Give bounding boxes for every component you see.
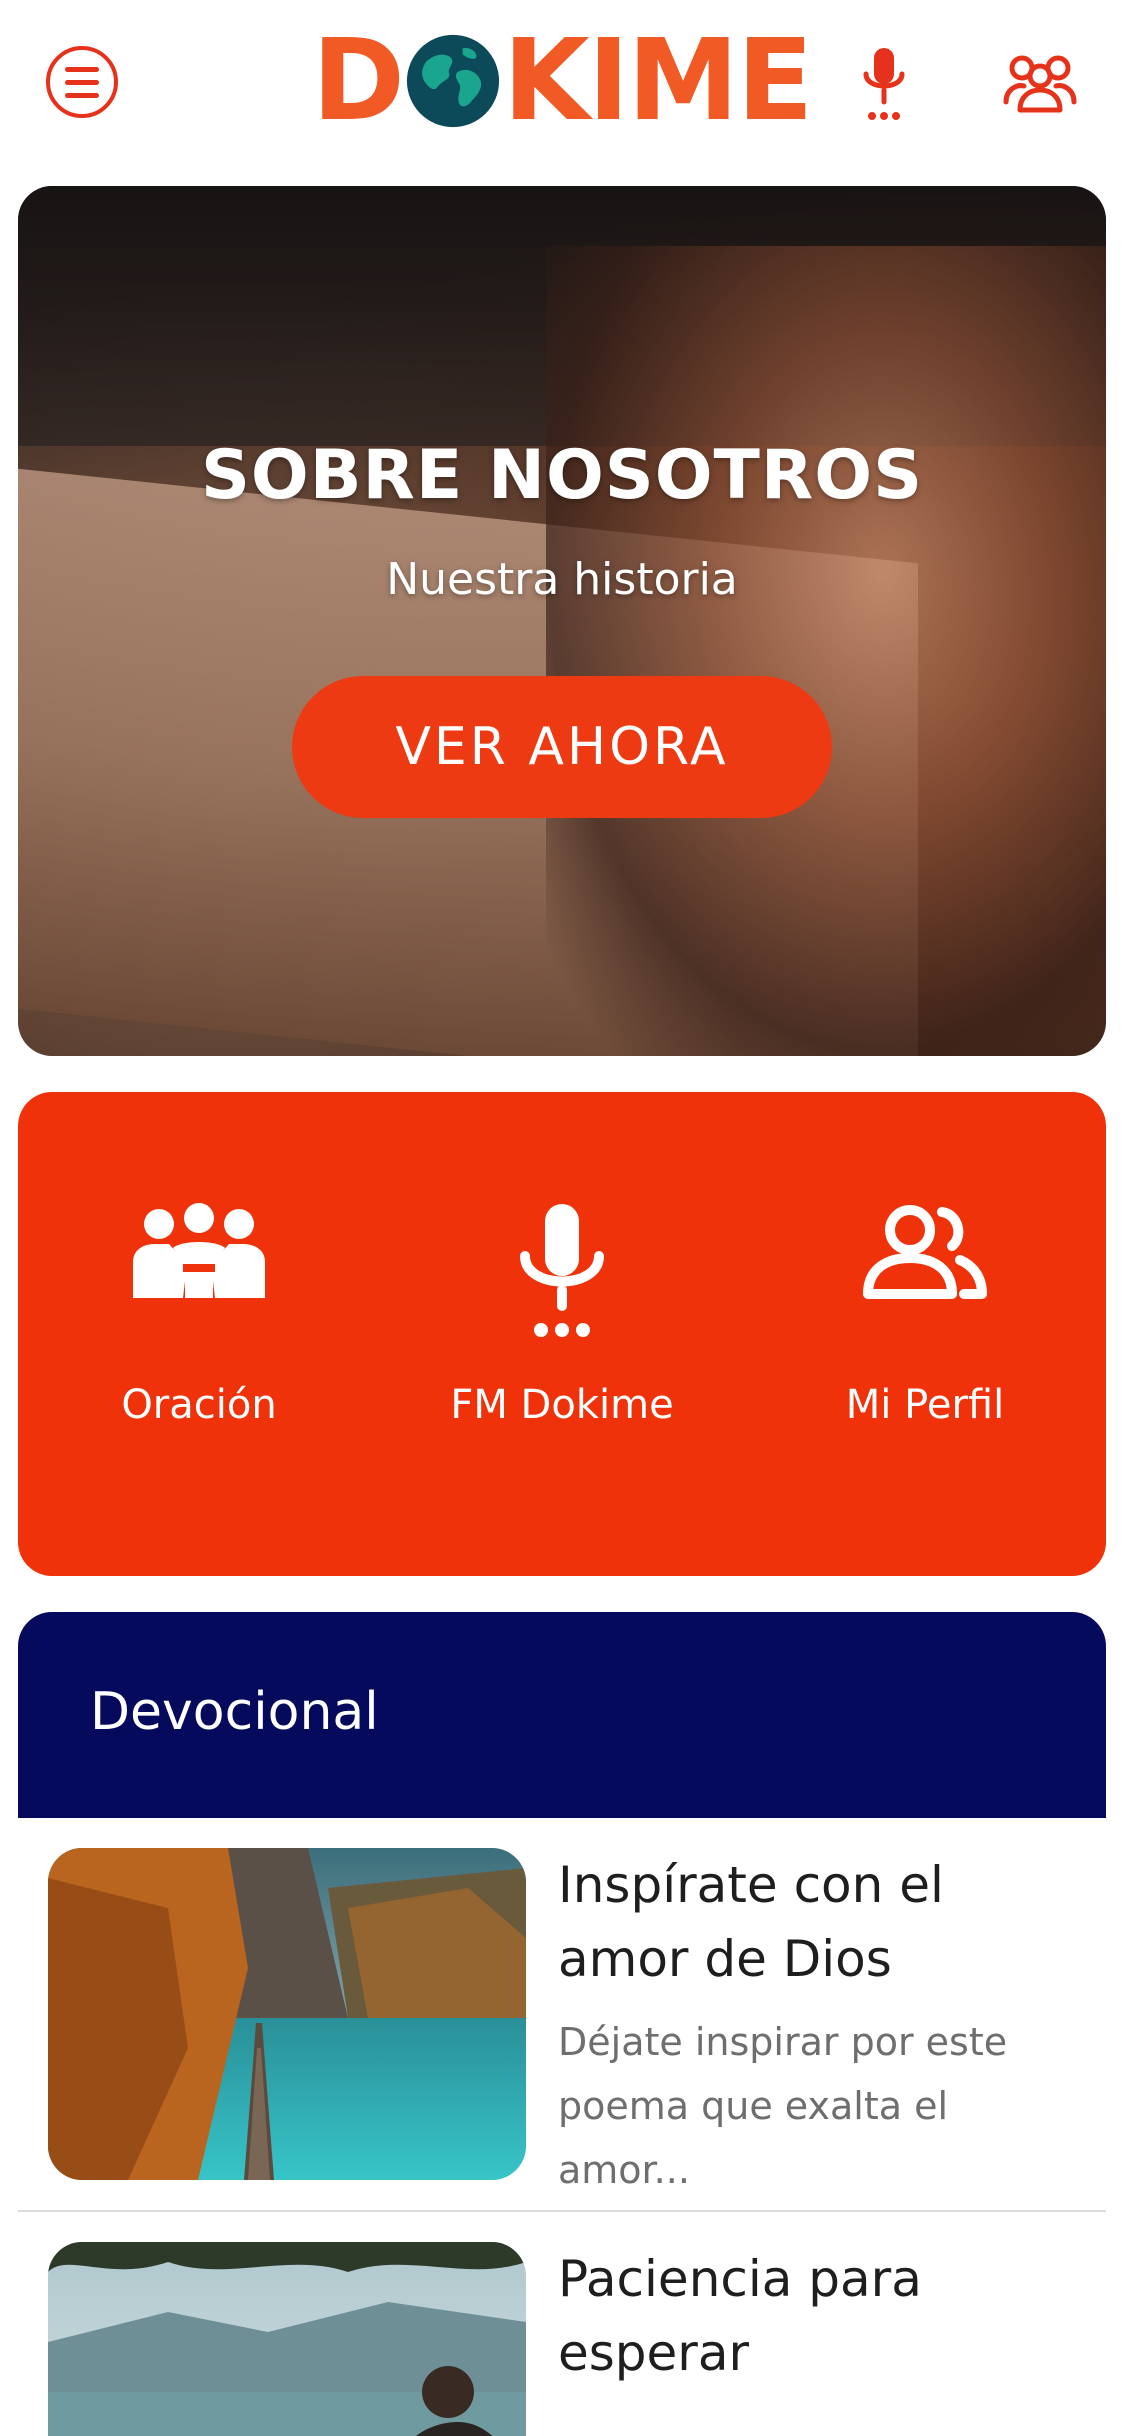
logo-text-left: D [312,16,405,146]
devocional-section-header: Devocional [18,1612,1106,1818]
globe-icon [406,34,500,128]
hero-title: SOBRE NOSOTROS [200,436,924,515]
article-excerpt: Déjate inspirar por este poema que exalt… [558,2020,1008,2192]
people-praying-icon [133,1203,265,1298]
logo-text-right: KIME [502,16,813,146]
list-item[interactable]: Inspírate con el amor de Dios Déjate ins… [18,1818,1106,2210]
microphone-icon [520,1204,604,1337]
quick-action-mi-perfil[interactable]: Mi Perfil [744,1092,1106,1576]
article-thumbnail [48,2242,526,2436]
top-header: D KIME [0,0,1125,170]
app-screen: D KIME SOBRE NOSOTROS Nuestra historia V… [0,0,1125,2436]
quick-action-fm-dokime[interactable]: FM Dokime [381,1092,743,1576]
microphone-icon[interactable] [858,46,910,124]
quick-action-label: Oración [121,1382,277,1428]
hero-banner[interactable]: SOBRE NOSOTROS Nuestra historia VER AHOR… [18,186,1106,1056]
ver-ahora-button[interactable]: VER AHORA [292,676,832,818]
profile-icon [863,1205,987,1299]
app-logo: D KIME [312,16,813,146]
hero-subtitle: Nuestra historia [386,554,738,605]
section-title: Devocional [90,1682,379,1742]
hero-background-people [546,246,1106,1056]
quick-actions-panel: Oración FM Dokime Mi Perfil [18,1092,1106,1576]
article-title: Inspírate con el amor de Dios [558,1856,944,1988]
menu-icon[interactable] [46,46,118,118]
lake-man-image [48,2242,526,2436]
article-thumbnail [48,1848,526,2180]
quick-action-label: FM Dokime [450,1382,674,1428]
lake-image [48,1848,526,2180]
quick-action-oracion[interactable]: Oración [18,1092,380,1576]
quick-action-label: Mi Perfil [845,1382,1005,1428]
list-item[interactable]: Paciencia para esperar [18,2212,1106,2436]
group-icon[interactable] [1002,50,1078,114]
article-title: Paciencia para esperar [558,2250,922,2382]
